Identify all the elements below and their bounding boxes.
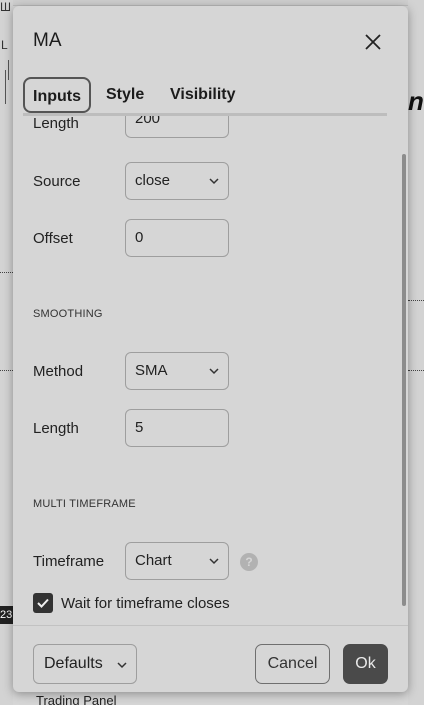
close-icon — [365, 34, 381, 50]
close-button[interactable] — [357, 26, 389, 58]
smoothing-section-title: SMOOTHING — [33, 308, 103, 320]
checkmark-icon — [37, 598, 49, 608]
smoothing-length-label: Length — [33, 420, 79, 437]
chart-dotted-line — [0, 370, 13, 371]
multi-timeframe-section-title: MULTI TIMEFRAME — [33, 498, 136, 510]
offset-input[interactable]: 0 — [125, 219, 229, 257]
chevron-down-icon — [209, 558, 219, 565]
wait-for-timeframe-checkbox[interactable] — [33, 593, 53, 613]
timeframe-select[interactable]: Chart — [125, 542, 229, 580]
chart-candle — [8, 60, 9, 80]
length-input[interactable]: 200 — [125, 116, 229, 138]
chevron-down-icon — [209, 368, 219, 375]
tab-style[interactable]: Style — [106, 77, 144, 113]
chart-dotted-line — [408, 370, 424, 371]
chart-symbol-char: n — [408, 86, 424, 116]
ok-button[interactable]: Ok — [343, 644, 388, 684]
chart-dotted-line — [0, 272, 13, 273]
cancel-button[interactable]: Cancel — [255, 644, 330, 684]
chevron-down-icon — [209, 178, 219, 185]
chart-toolbar-icon: Ш — [0, 0, 11, 14]
tab-inputs[interactable]: Inputs — [23, 77, 91, 113]
chevron-down-icon — [117, 662, 127, 669]
chart-left-area — [0, 0, 13, 705]
source-label: Source — [33, 173, 81, 190]
source-select[interactable]: close — [125, 162, 229, 200]
help-icon[interactable]: ? — [240, 553, 258, 571]
footer-divider — [13, 625, 408, 626]
method-select[interactable]: SMA — [125, 352, 229, 390]
dialog-title: MA — [33, 30, 62, 51]
tab-bar-divider — [23, 113, 387, 116]
defaults-button[interactable]: Defaults — [33, 644, 137, 684]
timeframe-value: Chart — [135, 552, 172, 569]
method-label: Method — [33, 363, 84, 380]
chart-dotted-line — [408, 300, 424, 301]
length-label: Length — [33, 116, 79, 132]
timeframe-label: Timeframe — [33, 553, 105, 570]
source-value: close — [135, 172, 171, 189]
wait-for-timeframe-label[interactable]: Wait for timeframe closes — [61, 595, 230, 612]
content-scrollbar[interactable] — [402, 154, 406, 606]
chart-candle — [5, 70, 6, 104]
defaults-label: Defaults — [44, 655, 103, 672]
tab-visibility[interactable]: Visibility — [170, 77, 236, 113]
smoothing-length-input[interactable]: 5 — [125, 409, 229, 447]
trading-panel-label: Trading Panel — [36, 693, 117, 705]
chart-side-letter: L — [1, 38, 8, 52]
inputs-panel: Length 200 Source close Offset 0 SMOOTHI… — [13, 116, 408, 621]
method-value: SMA — [135, 362, 168, 379]
offset-label: Offset — [33, 230, 73, 247]
chart-price-label: 23 — [0, 606, 13, 624]
tab-bar: Inputs Style Visibility — [23, 77, 398, 117]
indicator-settings-dialog: MA Inputs Style Visibility Length 200 So… — [13, 6, 408, 692]
